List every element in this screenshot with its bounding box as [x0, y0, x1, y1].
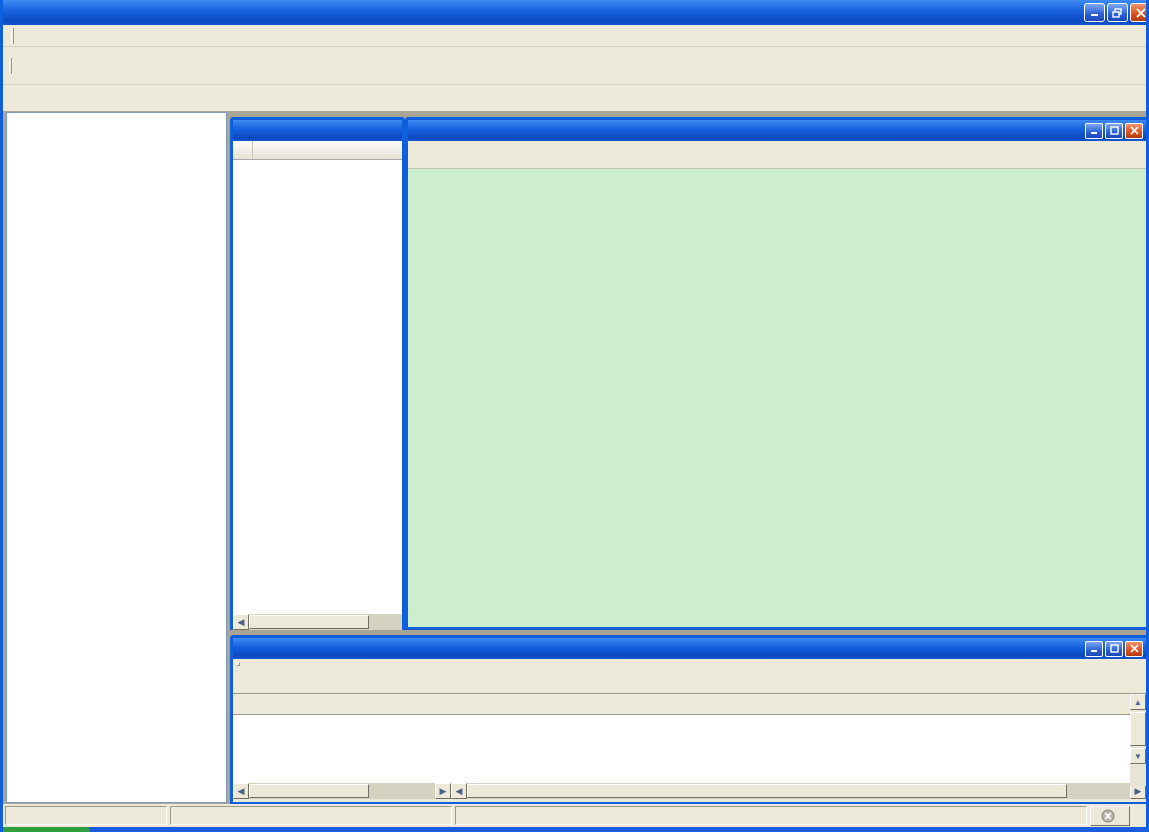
list-view-window: ◀	[230, 117, 405, 630]
time-view-title-bar[interactable]	[233, 638, 1146, 659]
navigation-tree	[6, 112, 227, 803]
toolbar-grip	[9, 58, 12, 74]
menu-bar	[3, 25, 1149, 47]
map-view-window	[405, 117, 1149, 630]
scroll-left-icon[interactable]: ◀	[451, 783, 467, 799]
map-close-button[interactable]	[1125, 123, 1143, 139]
map-canvas[interactable]	[408, 169, 1146, 627]
close-button[interactable]	[1130, 3, 1149, 22]
stop-icon	[1101, 809, 1115, 823]
time-scroll-thumb-2[interactable]	[467, 784, 1067, 798]
time-vscroll-thumb[interactable]	[1130, 712, 1146, 746]
list-column-header[interactable]	[233, 141, 402, 160]
list-body	[233, 160, 402, 614]
list-icon-column	[233, 141, 253, 159]
time-view-window: ◀ ▶ ◀ ▶ ▲ ▼	[230, 635, 1149, 805]
map-maximize-button[interactable]	[1105, 123, 1123, 139]
menu-grip	[11, 28, 14, 44]
application-window: ◀	[0, 0, 1149, 832]
workspace: ◀	[3, 111, 1149, 804]
window-bottom-border	[0, 827, 1149, 832]
scroll-left-icon[interactable]: ◀	[233, 783, 249, 799]
list-name-column-header[interactable]	[253, 141, 402, 159]
time-minimize-button[interactable]	[1085, 641, 1103, 657]
routed-status	[170, 806, 452, 825]
time-ruler	[233, 693, 1146, 715]
minimize-button[interactable]	[1084, 3, 1105, 22]
status-bar	[3, 804, 1149, 827]
map-toolbar	[408, 141, 1146, 169]
main-toolbar	[3, 47, 1149, 85]
scroll-up-icon[interactable]: ▲	[1130, 694, 1146, 710]
time-close-button[interactable]	[1125, 641, 1143, 657]
title-bar	[0, 0, 1149, 25]
selection-status	[5, 806, 167, 825]
time-scroll-thumb-1[interactable]	[249, 784, 369, 798]
stop-button[interactable]	[1090, 806, 1130, 826]
list-view-title-bar[interactable]	[233, 120, 402, 141]
time-toolbar	[233, 659, 1146, 693]
status-filler	[455, 806, 1087, 825]
map-minimize-button[interactable]	[1085, 123, 1103, 139]
time-maximize-button[interactable]	[1105, 641, 1123, 657]
list-scroll-thumb[interactable]	[249, 615, 369, 629]
list-horizontal-scrollbar[interactable]: ◀	[233, 614, 402, 630]
window-bottom-border-accent	[0, 827, 90, 832]
scroll-down-icon[interactable]: ▼	[1130, 748, 1146, 764]
path-bar	[3, 85, 1149, 111]
time-rows	[233, 715, 1146, 783]
restore-button[interactable]	[1107, 3, 1128, 22]
time-horizontal-scrollbars[interactable]: ◀ ▶ ◀ ▶	[233, 783, 1146, 799]
map-view-title-bar[interactable]	[408, 120, 1146, 141]
scroll-right-icon[interactable]: ▶	[435, 783, 451, 799]
scroll-left-icon[interactable]: ◀	[233, 614, 249, 630]
time-vertical-scrollbar[interactable]: ▲ ▼	[1130, 694, 1146, 786]
